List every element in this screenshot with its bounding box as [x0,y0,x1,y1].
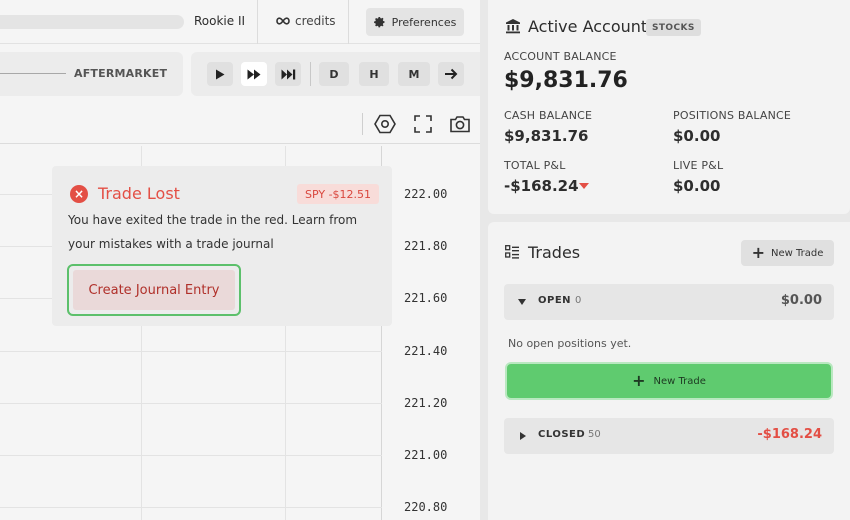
closed-count: 50 [588,429,601,440]
screenshot-button[interactable] [448,113,472,135]
cash-balance-value: $9,831.76 [504,127,589,145]
camera-icon [450,116,470,133]
create-journal-entry-label: Create Journal Entry [73,270,235,310]
timeframe-day-button[interactable]: D [319,62,349,86]
session-timeline [0,73,66,74]
price-axis-label: 221.40 [404,344,448,358]
credits-label: credits [295,14,336,28]
account-title: Active Account [528,17,648,36]
total-pnl-value: -$168.24 [504,177,579,195]
play-button[interactable] [207,62,233,86]
next-button[interactable] [438,62,464,86]
play-icon [216,69,225,79]
arrow-right-icon [445,68,458,80]
cash-balance-label: CASH BALANCE [504,109,593,122]
fullscreen-button[interactable] [411,113,435,135]
closed-group-label: CLOSED [538,429,586,440]
divider [362,113,363,135]
toast-message: You have exited the trade in the red. Le… [68,213,358,251]
closed-trades-group[interactable]: CLOSED 50 -$168.24 [504,418,834,454]
total-pnl-label: TOTAL P&L [504,159,566,172]
skip-forward-icon [281,69,295,79]
playback-controls: D H M [191,52,480,96]
open-count: 0 [575,295,582,306]
caret-right-icon [520,432,526,440]
fullscreen-icon [414,115,432,133]
empty-positions-message: No open positions yet. [508,337,632,350]
new-trade-label: New Trade [771,247,824,259]
chart-toolbar [0,104,480,144]
plus-icon: + [632,371,646,390]
infinity-icon [276,17,290,25]
fast-forward-button[interactable] [241,62,267,86]
grid-line [0,507,382,508]
trend-down-icon [579,183,589,189]
preferences-button[interactable]: Preferences [366,8,464,36]
live-pnl-label: LIVE P&L [673,159,724,172]
price-axis-label: 221.20 [404,396,448,410]
account-type-badge: STOCKS [646,19,701,36]
account-balance-label: ACCOUNT BALANCE [504,50,617,63]
fast-forward-icon [247,69,261,79]
new-trade-primary-button[interactable]: + New Trade [505,362,833,400]
timeframe-hour-button[interactable]: H [359,62,389,86]
gear-icon [373,17,385,28]
bank-icon [506,19,520,34]
price-axis-label: 220.80 [404,500,448,514]
positions-balance-value: $0.00 [673,127,721,145]
create-journal-entry-button[interactable]: Create Journal Entry [67,264,241,316]
top-bar: Rookie II credits Preferences [0,0,480,44]
session-label: AFTERMARKET [74,67,168,80]
open-amount: $0.00 [780,293,822,308]
trade-result-badge: SPY -$12.51 [297,184,380,204]
chart-settings-button[interactable] [373,113,397,135]
live-pnl-value: $0.00 [673,177,721,195]
open-trades-group[interactable]: OPEN 0 $0.00 [504,284,834,320]
divider [310,62,311,86]
settings-hexagon-icon [374,114,396,134]
new-trade-button[interactable]: + New Trade [741,240,834,266]
toast-title: Trade Lost [98,184,180,203]
new-trade-primary-label: New Trade [653,375,706,387]
price-axis-label: 221.60 [404,291,448,305]
rank-label: Rookie II [194,14,246,28]
grid-line [0,403,382,404]
plus-icon: + [751,243,766,262]
price-axis-label: 221.00 [404,448,448,462]
positions-balance-label: POSITIONS BALANCE [673,109,792,122]
price-axis-label: 221.80 [404,239,448,253]
close-circle-icon: × [70,185,88,203]
rank-progress-bar [0,15,184,29]
preferences-label: Preferences [391,15,457,29]
price-axis-label: 222.00 [404,187,448,201]
caret-down-icon [518,299,526,305]
open-group-label: OPEN [538,295,572,306]
grid-line [0,455,382,456]
account-balance-value: $9,831.76 [504,68,628,93]
market-session-selector[interactable]: AFTERMARKET [0,52,183,96]
timeframe-minute-button[interactable]: M [398,62,430,86]
credits-display[interactable]: credits [276,14,336,28]
grid-line [0,351,382,352]
trades-title: Trades [528,243,581,262]
divider [348,0,349,44]
closed-amount: -$168.24 [757,427,822,442]
skip-forward-button[interactable] [275,62,301,86]
divider [257,0,258,44]
list-icon [505,245,519,259]
